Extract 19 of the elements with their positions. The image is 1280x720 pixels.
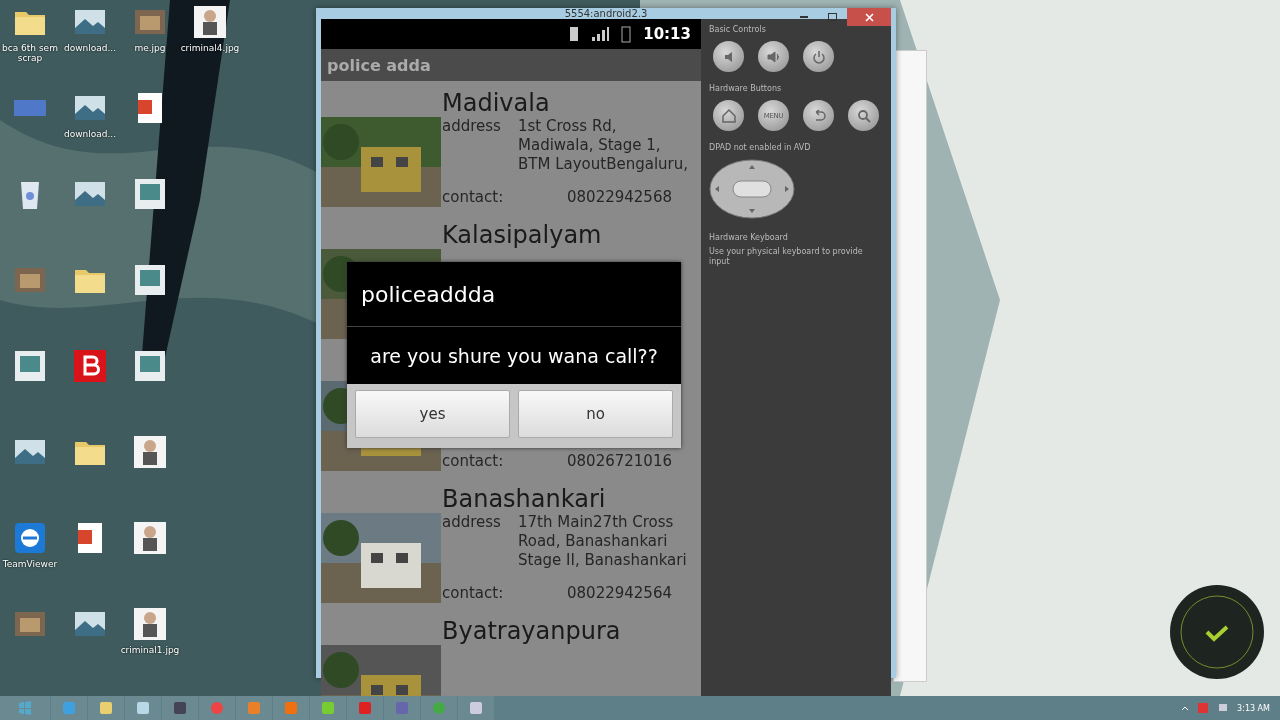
app-icon bbox=[62, 701, 76, 715]
app-icon bbox=[358, 701, 372, 715]
app-icon bbox=[247, 701, 261, 715]
network-icon bbox=[1217, 702, 1230, 714]
flag-icon bbox=[1197, 702, 1210, 714]
app-icon bbox=[432, 701, 446, 715]
app-icon bbox=[99, 701, 113, 715]
app-icon bbox=[210, 701, 224, 715]
chevron-up-icon bbox=[1181, 704, 1190, 712]
app-icon bbox=[469, 701, 483, 715]
taskbar-button[interactable] bbox=[162, 696, 198, 720]
start-button[interactable] bbox=[0, 696, 50, 720]
windows-logo-icon bbox=[18, 701, 32, 715]
clock: 3:13 AM bbox=[1237, 703, 1270, 713]
app-icon bbox=[395, 701, 409, 715]
app-icon bbox=[173, 701, 187, 715]
app-icon bbox=[284, 701, 298, 715]
app-icon bbox=[136, 701, 150, 715]
app-icon bbox=[321, 701, 335, 715]
